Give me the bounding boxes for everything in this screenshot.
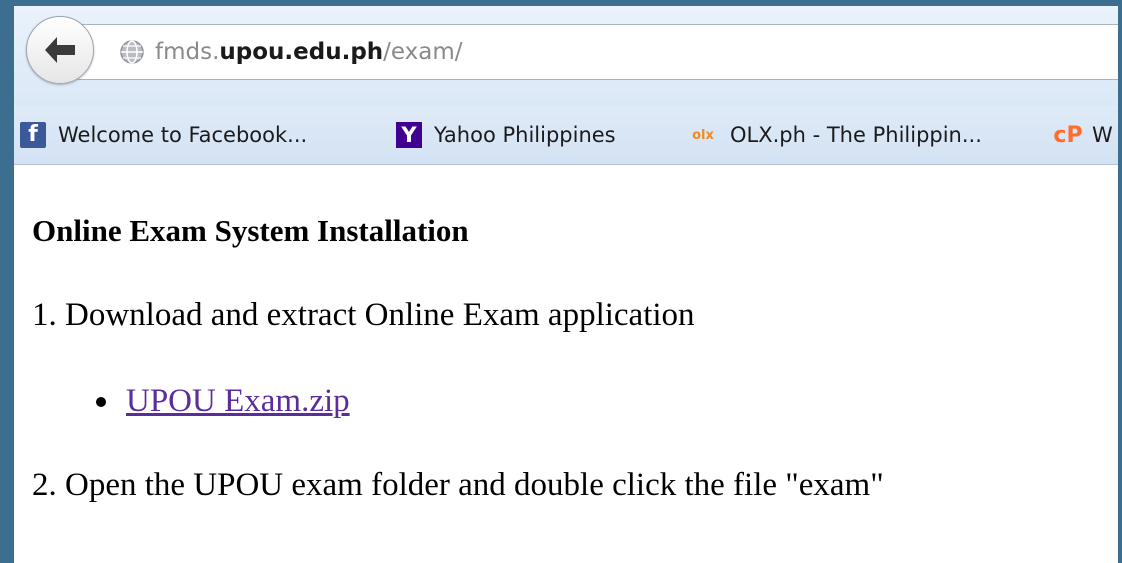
bookmarks-toolbar: f Welcome to Facebook... Y Yahoo Philipp…	[14, 106, 1118, 165]
back-arrow-icon	[45, 37, 75, 63]
bookmark-label: W	[1092, 123, 1113, 147]
navigation-toolbar: fmds.upou.edu.ph/exam/	[14, 6, 1118, 106]
bookmark-cpanel[interactable]: cP W	[1052, 118, 1113, 152]
yahoo-icon: Y	[396, 122, 422, 148]
back-button[interactable]	[26, 16, 94, 84]
url-path: /exam/	[383, 39, 463, 65]
list-item: UPOU Exam.zip	[96, 383, 350, 420]
step-1-text: 1. Download and extract Online Exam appl…	[32, 297, 695, 333]
facebook-icon: f	[20, 122, 46, 148]
download-zip-link[interactable]: UPOU Exam.zip	[126, 383, 350, 420]
address-bar[interactable]: fmds.upou.edu.ph/exam/	[76, 24, 1118, 80]
url-subdomain: fmds.	[155, 39, 220, 65]
bullet-icon	[96, 396, 106, 407]
browser-window: fmds.upou.edu.ph/exam/ f Welcome to Face…	[14, 6, 1118, 563]
page-content: Online Exam System Installation 1. Downl…	[14, 165, 1118, 563]
bookmark-label: OLX.ph - The Philippin...	[730, 123, 982, 147]
olx-icon: olx	[692, 127, 714, 143]
download-list: UPOU Exam.zip	[96, 383, 350, 420]
bookmark-label: Yahoo Philippines	[434, 123, 616, 147]
bookmark-facebook[interactable]: f Welcome to Facebook...	[20, 118, 307, 152]
url-text[interactable]: fmds.upou.edu.ph/exam/	[155, 37, 463, 67]
step-2-text: 2. Open the UPOU exam folder and double …	[32, 467, 884, 503]
bookmark-yahoo[interactable]: Y Yahoo Philippines	[396, 118, 616, 152]
bookmark-olx[interactable]: olx OLX.ph - The Philippin...	[688, 118, 982, 152]
cpanel-icon: cP	[1053, 122, 1083, 148]
url-host: upou.edu.ph	[219, 39, 384, 65]
bookmark-label: Welcome to Facebook...	[58, 123, 308, 147]
page-title: Online Exam System Installation	[32, 213, 469, 248]
globe-icon	[120, 40, 144, 64]
